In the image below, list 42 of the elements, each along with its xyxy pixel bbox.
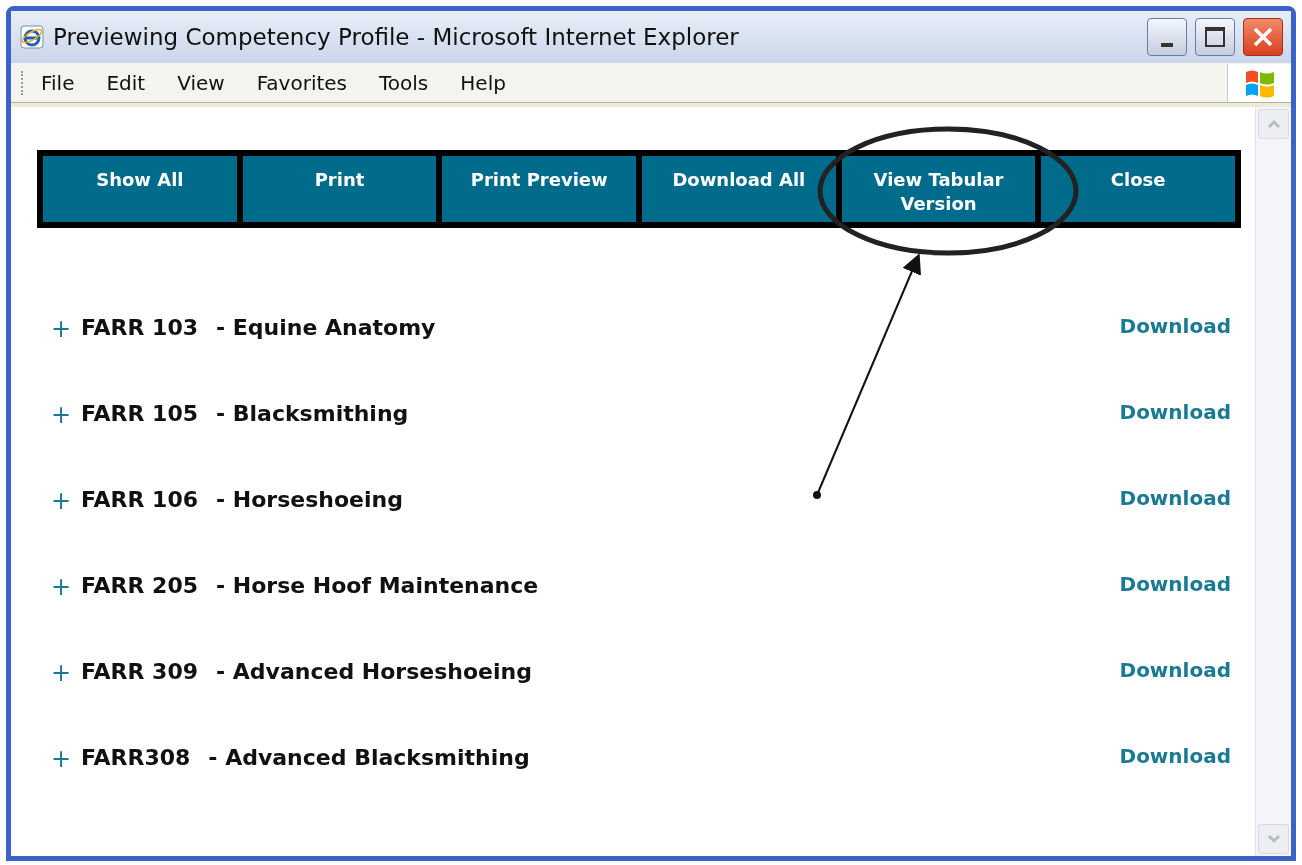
- course-code: FARR 205: [81, 572, 198, 600]
- course-code: FARR308: [81, 744, 191, 772]
- course-title: - Advanced Blacksmithing: [208, 744, 531, 772]
- menu-item[interactable]: Tools: [379, 67, 429, 98]
- download-link[interactable]: Download: [1119, 569, 1231, 599]
- close-icon: [1252, 26, 1274, 48]
- course-code: FARR 105: [81, 400, 198, 428]
- menu-item[interactable]: Edit: [106, 67, 146, 98]
- toolbar-button[interactable]: Print Preview: [442, 156, 636, 222]
- course-title: - Horseshoeing: [216, 486, 404, 514]
- toolbar-button[interactable]: Close: [1041, 156, 1236, 222]
- toolbar-button[interactable]: Download All: [642, 156, 836, 222]
- course-title: - Horse Hoof Maintenance: [216, 572, 540, 600]
- course-code: FARR 309: [81, 658, 198, 686]
- menu-item[interactable]: Help: [460, 67, 506, 98]
- window-title: Previewing Competency Profile - Microsoft Internet Explorer: [53, 22, 740, 52]
- course-code: FARR 106: [81, 486, 198, 514]
- course-code: FARR 103: [81, 314, 198, 342]
- browser-icon: [19, 24, 45, 50]
- expand-toggle[interactable]: +: [51, 311, 81, 347]
- download-link[interactable]: Download: [1119, 311, 1231, 341]
- toolbar-button[interactable]: View Tabular Version: [841, 156, 1036, 222]
- expand-toggle[interactable]: +: [51, 569, 81, 605]
- course-title: - Blacksmithing: [216, 400, 410, 428]
- expand-toggle[interactable]: +: [51, 741, 81, 777]
- download-link[interactable]: Download: [1119, 741, 1231, 771]
- expand-toggle[interactable]: +: [51, 397, 81, 433]
- course-title: - Advanced Horseshoeing: [216, 658, 533, 686]
- download-link[interactable]: Download: [1119, 655, 1231, 685]
- menu-item[interactable]: View: [177, 67, 225, 98]
- toolbar-button[interactable]: Show All: [43, 156, 237, 222]
- close-button[interactable]: [1243, 18, 1283, 56]
- toolbar-button[interactable]: Print: [242, 156, 437, 222]
- download-link[interactable]: Download: [1119, 397, 1231, 427]
- menu-item[interactable]: File: [41, 67, 75, 98]
- expand-toggle[interactable]: +: [51, 483, 81, 519]
- download-link[interactable]: Download: [1119, 483, 1231, 513]
- minimize-button[interactable]: [1147, 18, 1187, 56]
- course-title: - Equine Anatomy: [216, 314, 437, 342]
- menu-item[interactable]: Favorites: [256, 67, 347, 98]
- maximize-button[interactable]: [1195, 18, 1235, 56]
- expand-toggle[interactable]: +: [51, 655, 81, 691]
